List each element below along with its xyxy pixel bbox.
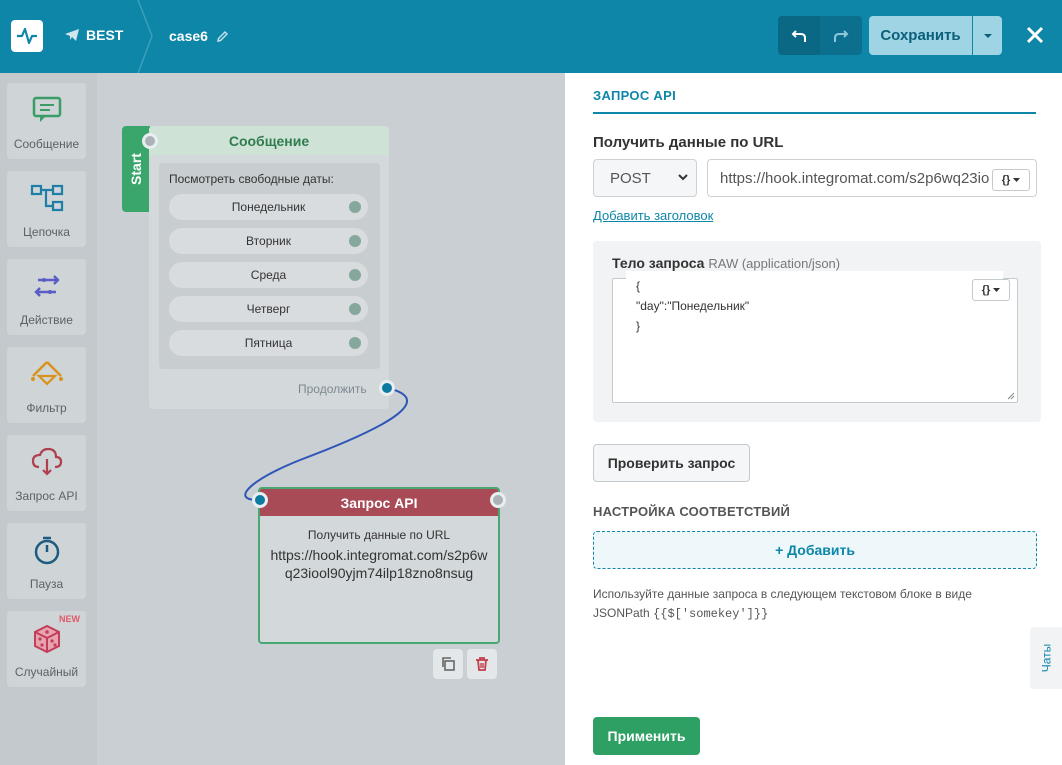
button-port[interactable] (349, 303, 361, 315)
save-button[interactable]: Сохранить (869, 16, 972, 55)
tab-underline (593, 112, 1036, 114)
message-input-port[interactable] (142, 133, 158, 149)
copy-icon (442, 657, 455, 671)
message-button-friday[interactable]: Пятница (169, 330, 368, 356)
close-icon (1026, 26, 1044, 44)
api-node-title: Запрос API (260, 489, 498, 516)
resize-handle-icon[interactable] (1007, 392, 1015, 400)
request-body-code[interactable]: { "day":"Понедельник" } (626, 271, 1003, 375)
url-variables-button[interactable]: {} (992, 169, 1030, 191)
close-button[interactable] (1020, 20, 1050, 50)
add-mapping-button[interactable]: + Добавить (593, 531, 1037, 569)
mapping-section-title: НАСТРОЙКА СООТВЕТСТВИЙ (593, 504, 791, 519)
continue-output-port[interactable] (379, 380, 395, 396)
redo-icon (834, 29, 849, 42)
method-value: POST (610, 169, 651, 187)
api-node-subtitle: Получить данные по URL (307, 528, 451, 542)
delete-node-button[interactable] (467, 649, 497, 679)
message-node-body: Посмотреть свободные даты: Понедельник В… (159, 163, 380, 369)
copy-node-button[interactable] (433, 649, 463, 679)
body-variables-button[interactable]: {} (972, 279, 1010, 301)
message-node-title: Сообщение (149, 126, 389, 155)
url-section-label: Получить данные по URL (593, 134, 784, 151)
check-request-button[interactable]: Проверить запрос (593, 444, 750, 482)
add-header-link[interactable]: Добавить заголовок (593, 208, 713, 223)
request-body-section: Тело запроса RAW (application/json) { "d… (593, 241, 1041, 422)
api-request-node[interactable]: Запрос API Получить данные по URL https:… (258, 487, 500, 644)
message-button-wednesday[interactable]: Среда (169, 262, 368, 288)
url-input-value: https://hook.integromat.com/s2p6wq23io (720, 169, 990, 187)
button-port[interactable] (349, 201, 361, 213)
tab-api-request[interactable]: ЗАПРОС API (593, 88, 676, 103)
request-body-title: Тело запроса RAW (application/json) (612, 255, 841, 271)
chevron-down-icon (678, 174, 688, 181)
button-port[interactable] (349, 337, 361, 349)
continue-label: Продолжить (298, 382, 367, 396)
jsonpath-hint: Используйте данные запроса в следующем т… (593, 587, 972, 621)
message-node[interactable]: Сообщение Посмотреть свободные даты: Пон… (149, 126, 389, 409)
message-text: Посмотреть свободные даты: (169, 172, 334, 186)
jsonpath-example: {{$['somekey']}} (653, 607, 769, 621)
braces-icon: {} (1001, 174, 1011, 186)
button-port[interactable] (349, 269, 361, 281)
trash-icon (476, 657, 488, 671)
message-button-thursday[interactable]: Четверг (169, 296, 368, 322)
braces-icon: {} (981, 284, 991, 296)
save-dropdown-button[interactable] (973, 16, 1002, 55)
redo-button[interactable] (820, 16, 862, 55)
apply-button[interactable]: Применить (593, 717, 700, 755)
url-input[interactable]: https://hook.integromat.com/s2p6wq23io (707, 159, 1037, 197)
api-node-url: https://hook.integromat.com/s2p6wq23iool… (270, 547, 488, 581)
caret-down-icon (993, 288, 1001, 292)
chats-tab[interactable]: Чаты (1030, 627, 1062, 689)
api-input-port[interactable] (252, 492, 268, 508)
settings-panel: ЗАПРОС API Получить данные по URL POST h… (565, 73, 1062, 765)
undo-icon (791, 29, 806, 42)
request-body-type: RAW (application/json) (708, 256, 841, 271)
caret-down-icon (1013, 178, 1021, 182)
undo-button[interactable] (778, 16, 820, 55)
method-select[interactable]: POST (593, 159, 697, 197)
history-buttons (778, 16, 862, 55)
button-port[interactable] (349, 235, 361, 247)
message-button-monday[interactable]: Понедельник (169, 194, 368, 220)
api-output-port[interactable] (490, 492, 506, 508)
message-button-tuesday[interactable]: Вторник (169, 228, 368, 254)
caret-down-icon (983, 33, 992, 38)
